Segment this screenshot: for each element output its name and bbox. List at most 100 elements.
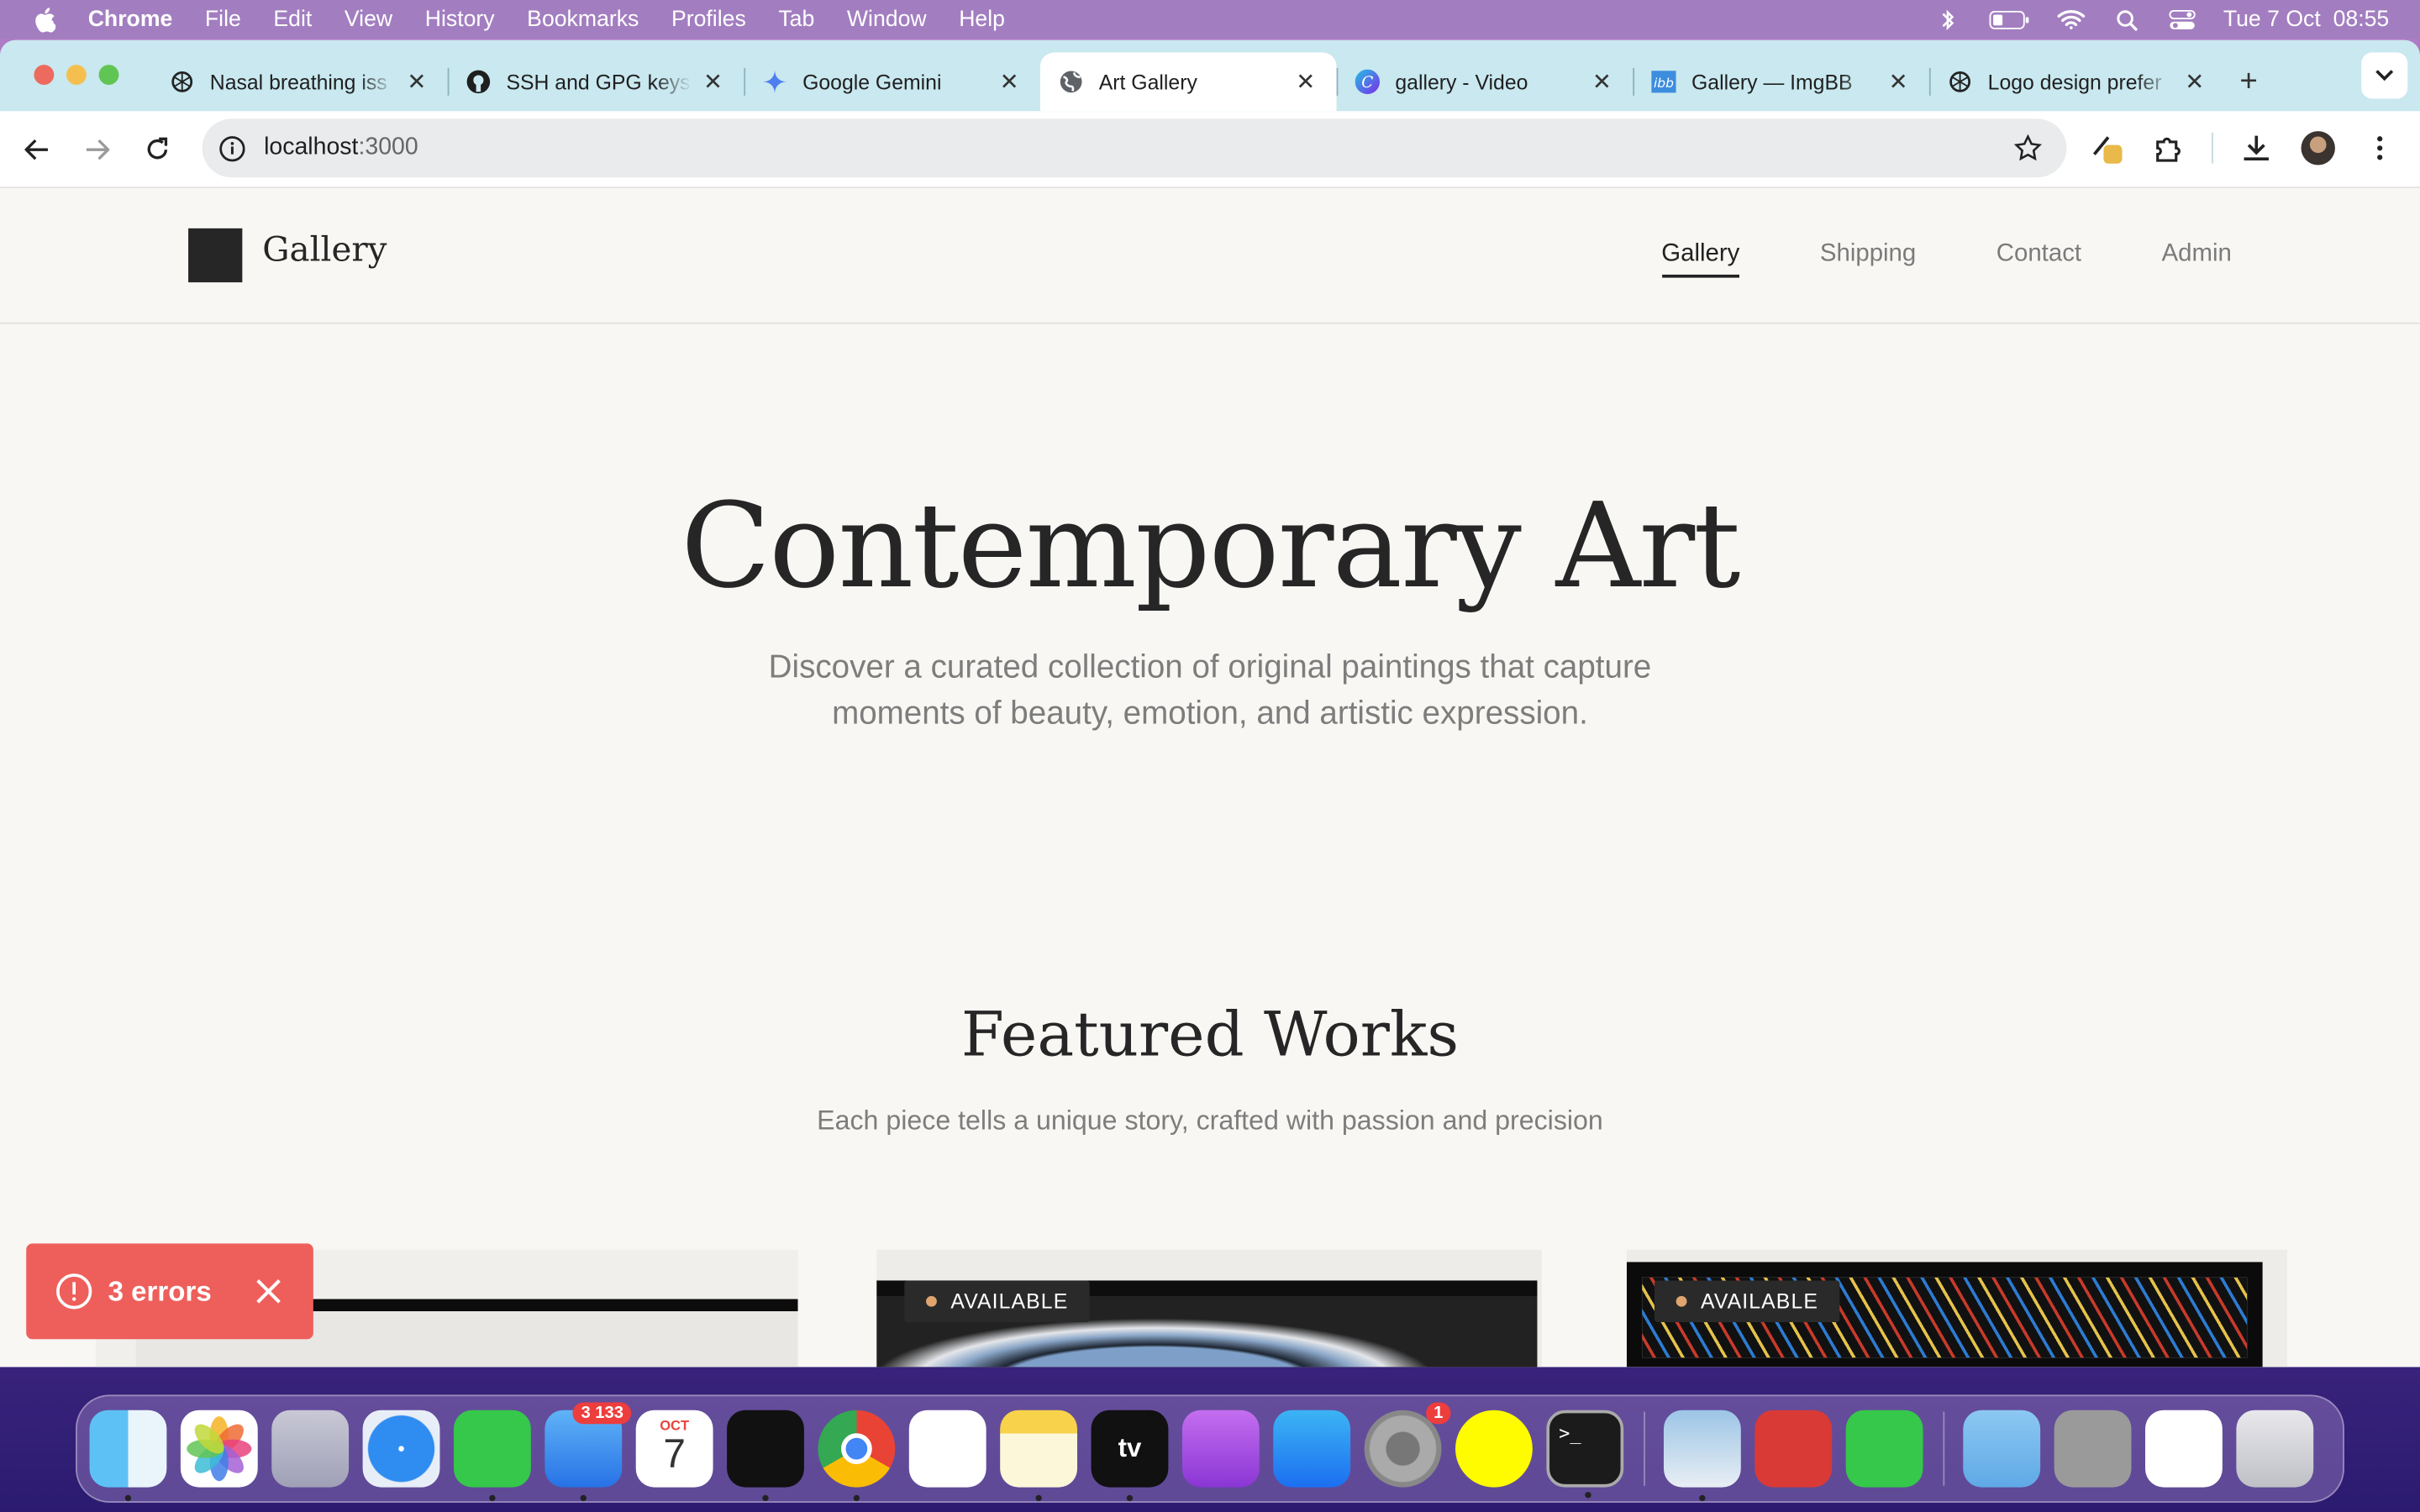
wifi-icon[interactable] (2056, 8, 2085, 30)
reload-button[interactable] (139, 130, 176, 167)
chrome-icon[interactable] (818, 1410, 896, 1502)
folder-icon[interactable] (1963, 1410, 2041, 1488)
new-tab-button[interactable]: + (2226, 52, 2272, 111)
menu-profiles[interactable]: Profiles (671, 7, 746, 31)
menu-view[interactable]: View (345, 7, 392, 31)
artwork-card[interactable]: AVAILABLE (1626, 1249, 2287, 1368)
url-host: localhost (264, 134, 359, 161)
menu-edit[interactable]: Edit (273, 7, 312, 31)
spotlight-search-icon[interactable] (2112, 8, 2140, 30)
menu-tab[interactable]: Tab (778, 7, 814, 31)
clock[interactable]: Tue 7 Oct 08:55 (2223, 7, 2389, 31)
notes-icon[interactable] (1000, 1410, 1078, 1502)
tab-nasal-breathing[interactable]: Nasal breathing iss ✕ (151, 52, 448, 111)
site-logo-text[interactable]: Gallery (262, 232, 387, 270)
safari-icon[interactable] (362, 1410, 440, 1488)
reminders-icon[interactable] (908, 1410, 986, 1488)
extension-dropper-icon[interactable] (2088, 129, 2125, 166)
downloads-stack-icon[interactable] (2054, 1410, 2132, 1488)
back-button[interactable] (18, 130, 55, 167)
nav-admin[interactable]: Admin (2162, 241, 2232, 278)
launchpad-icon[interactable] (271, 1410, 350, 1488)
svg-text:ibb: ibb (1654, 76, 1674, 91)
menu-app-name[interactable]: Chrome (88, 7, 173, 31)
tab-close-icon[interactable]: ✕ (1886, 68, 1910, 96)
arrow-left-icon (24, 139, 48, 160)
badge-label: AVAILABLE (1701, 1289, 1819, 1314)
control-center-icon[interactable] (2168, 8, 2196, 30)
running-indicator (124, 1494, 132, 1502)
imgbb-icon: ibb (1651, 70, 1676, 94)
menu-window[interactable]: Window (847, 7, 927, 31)
maximize-window-button[interactable] (98, 65, 119, 86)
forward-button[interactable] (79, 130, 116, 167)
tab-title: Art Gallery (1098, 70, 1197, 94)
availability-badge: AVAILABLE (904, 1280, 1091, 1323)
tab-gallery-video[interactable]: C gallery - Video ✕ (1336, 52, 1634, 111)
facetime-icon[interactable] (1845, 1410, 1923, 1488)
error-toast[interactable]: 3 errors (26, 1243, 313, 1340)
mail-badge: 3 133 (573, 1402, 632, 1425)
menu-bookmarks[interactable]: Bookmarks (527, 7, 639, 31)
system-settings-icon[interactable]: 1 (1364, 1402, 1451, 1488)
url-text[interactable]: localhost:3000 (264, 134, 418, 162)
photos-icon[interactable] (180, 1410, 258, 1488)
gemini-icon (762, 69, 787, 95)
tab-close-icon[interactable]: ✕ (1590, 68, 1614, 96)
hero-title: Contemporary Art (681, 476, 1740, 615)
nav-shipping[interactable]: Shipping (1820, 241, 1916, 278)
error-count[interactable]: 3 errors (108, 1275, 212, 1308)
tab-close-icon[interactable]: ✕ (404, 68, 429, 96)
menu-history[interactable]: History (425, 7, 495, 31)
tab-logo-design[interactable]: Logo design prefer ✕ (1928, 52, 2226, 111)
preview-icon[interactable] (1663, 1410, 1741, 1502)
tab-gallery-imgbb[interactable]: ibb Gallery — ImgBB ✕ (1633, 52, 1929, 111)
tab-google-gemini[interactable]: Google Gemini ✕ (744, 52, 1040, 111)
extensions-puzzle-icon[interactable] (2150, 129, 2187, 166)
apple-tv-icon[interactable]: tv (1091, 1410, 1169, 1502)
site-info-icon[interactable] (218, 134, 245, 162)
podcasts-icon[interactable] (1181, 1410, 1260, 1488)
finder-icon[interactable] (89, 1410, 167, 1502)
tab-art-gallery[interactable]: Art Gallery ✕ (1039, 52, 1337, 112)
dock-divider (1943, 1411, 1945, 1486)
menu-kebab-icon[interactable] (2361, 129, 2398, 166)
messages-icon[interactable] (453, 1410, 531, 1502)
cursor-app-icon[interactable] (727, 1410, 804, 1502)
minimize-window-button[interactable] (66, 65, 87, 86)
tab-title: Nasal breathing iss (209, 70, 387, 94)
tab-search-button[interactable] (2361, 52, 2408, 99)
bookmark-star-icon[interactable] (2013, 134, 2042, 162)
close-window-button[interactable] (34, 65, 55, 86)
nav-gallery[interactable]: Gallery (1661, 241, 1740, 278)
calendar-icon[interactable]: OCT 7 (635, 1410, 713, 1488)
apple-icon[interactable] (33, 7, 57, 32)
mail-icon[interactable]: 3 133 (544, 1402, 632, 1502)
menu-file[interactable]: File (205, 7, 241, 31)
tab-ssh-gpg-keys[interactable]: SSH and GPG keys ✕ (447, 52, 744, 111)
openai-icon (170, 70, 194, 94)
recent-documents-icon[interactable] (2145, 1410, 2223, 1488)
artwork-card[interactable]: AVAILABLE (876, 1249, 1542, 1368)
close-icon[interactable] (255, 1278, 282, 1305)
snapchat-icon[interactable] (1455, 1410, 1533, 1488)
openai-icon (1948, 70, 1972, 94)
tab-close-icon[interactable]: ✕ (1293, 68, 1318, 96)
nav-contact[interactable]: Contact (1996, 241, 2081, 278)
address-bar[interactable]: localhost:3000 (202, 118, 2067, 178)
featured-subtitle: Each piece tells a unique story, crafted… (817, 1104, 1603, 1136)
photo-booth-icon[interactable] (1754, 1410, 1833, 1488)
tab-close-icon[interactable]: ✕ (997, 68, 1022, 96)
tab-close-icon[interactable]: ✕ (2182, 68, 2207, 96)
site-logo-mark[interactable] (188, 228, 243, 283)
profile-avatar[interactable] (2300, 129, 2337, 166)
site-nav: Gallery Shipping Contact Admin (1661, 241, 2232, 278)
app-store-icon[interactable] (1273, 1410, 1351, 1488)
bluetooth-icon[interactable] (1933, 8, 1961, 30)
menu-help[interactable]: Help (959, 7, 1005, 31)
battery-icon[interactable] (1988, 8, 2029, 30)
tab-close-icon[interactable]: ✕ (701, 68, 725, 96)
trash-icon[interactable] (2236, 1410, 2314, 1488)
download-icon[interactable] (2238, 129, 2275, 166)
terminal-icon[interactable]: >_ (1546, 1410, 1624, 1499)
